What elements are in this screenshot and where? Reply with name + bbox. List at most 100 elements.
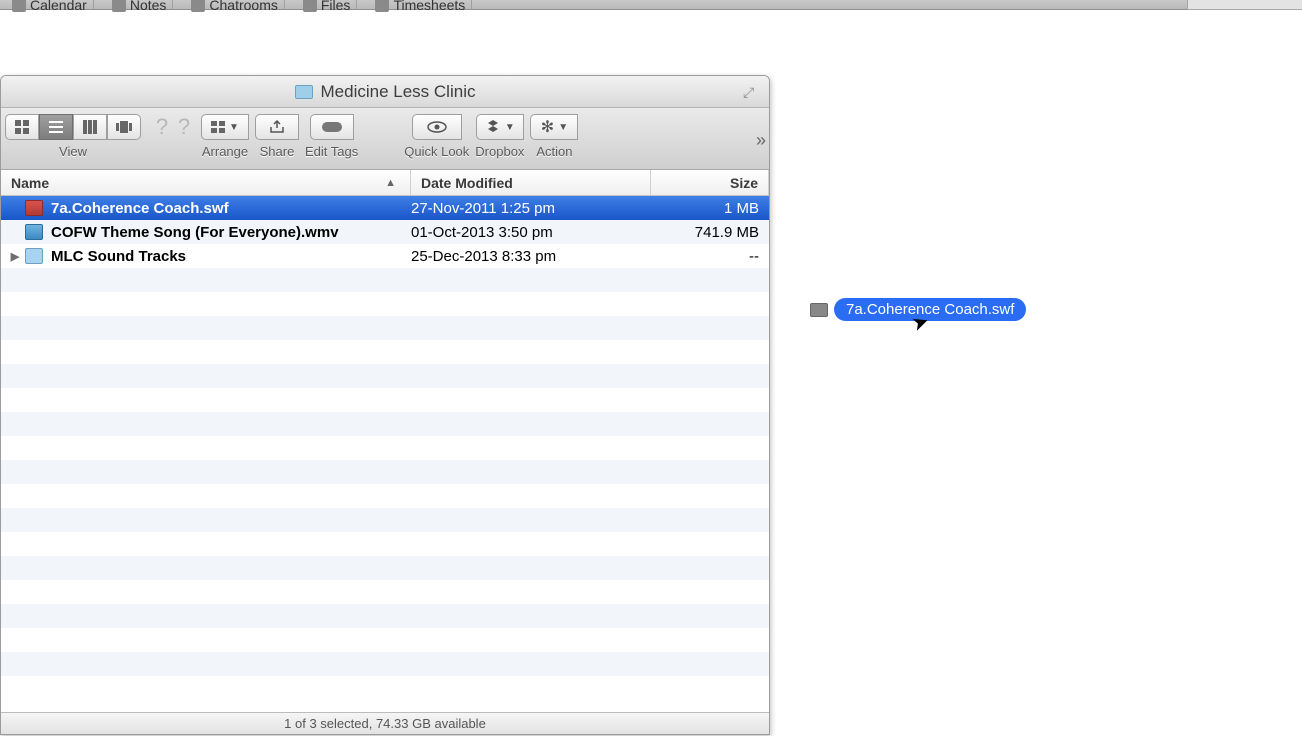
finder-window: Medicine Less Clinic ⤢ View ? ? ▼ [0, 75, 770, 735]
view-list-button[interactable] [39, 114, 73, 140]
tag-icon [322, 122, 342, 132]
edit-tags-group: Edit Tags [305, 114, 358, 159]
menu-label: Files [321, 0, 351, 13]
notes-icon [112, 0, 126, 12]
empty-row [1, 364, 769, 388]
share-label: Share [260, 144, 295, 159]
app-menubar: Calendar Notes Chatrooms Files Timesheet… [0, 0, 1302, 10]
disclosure-triangle-icon[interactable]: ▶ [7, 250, 23, 263]
arrange-button[interactable]: ▼ [201, 114, 249, 140]
empty-row [1, 460, 769, 484]
wmv-file-icon [25, 224, 43, 240]
empty-row [1, 484, 769, 508]
view-icon-button[interactable] [5, 114, 39, 140]
view-column-button[interactable] [73, 114, 107, 140]
file-name: 7a.Coherence Coach.swf [51, 200, 229, 217]
edit-tags-label: Edit Tags [305, 144, 358, 159]
menu-label: Timesheets [393, 0, 465, 13]
files-icon [303, 0, 317, 12]
chat-icon [191, 0, 205, 12]
gear-icon: ✻ [541, 117, 554, 137]
empty-row [1, 580, 769, 604]
calendar-icon [12, 0, 26, 12]
column-date-label: Date Modified [421, 175, 513, 191]
menu-item-notes[interactable]: Notes [106, 0, 174, 9]
fullscreen-icon[interactable]: ⤢ [743, 84, 759, 100]
window-titlebar[interactable]: Medicine Less Clinic ⤢ [1, 76, 769, 108]
drag-ghost-label: 7a.Coherence Coach.swf [834, 298, 1026, 321]
eye-icon [427, 121, 447, 133]
file-row[interactable]: COFW Theme Song (For Everyone).wmv 01-Oc… [1, 220, 769, 244]
action-button[interactable]: ✻ ▼ [530, 114, 578, 140]
file-size: 1 MB [651, 200, 769, 217]
toolbar-overflow-icon[interactable]: » [756, 130, 763, 151]
forward-help-icon[interactable]: ? [173, 114, 195, 140]
file-row[interactable]: ▶ MLC Sound Tracks 25-Dec-2013 8:33 pm -… [1, 244, 769, 268]
empty-row [1, 604, 769, 628]
empty-row [1, 628, 769, 652]
chevron-down-icon: ▼ [229, 122, 239, 133]
file-size: -- [651, 248, 769, 265]
grid-icon [211, 121, 225, 133]
folder-icon [25, 248, 43, 264]
arrange-group: ▼ Arrange [201, 114, 249, 159]
view-group: View [5, 114, 141, 159]
empty-row [1, 556, 769, 580]
empty-row [1, 268, 769, 292]
file-date: 01-Oct-2013 3:50 pm [411, 224, 651, 241]
menu-item-calendar[interactable]: Calendar [6, 0, 94, 9]
quick-look-button[interactable] [412, 114, 462, 140]
menu-item-chatrooms[interactable]: Chatrooms [185, 0, 284, 9]
empty-row [1, 340, 769, 364]
chevron-down-icon: ▼ [558, 122, 568, 133]
dropbox-label: Dropbox [475, 144, 524, 159]
arrange-label: Arrange [202, 144, 248, 159]
empty-row [1, 508, 769, 532]
menu-label: Chatrooms [209, 0, 277, 13]
dropbox-button[interactable]: ▼ [476, 114, 524, 140]
clock-icon [375, 0, 389, 12]
edit-tags-button[interactable] [310, 114, 354, 140]
spacer-label [171, 144, 175, 159]
statusbar: 1 of 3 selected, 74.33 GB available [1, 712, 769, 734]
column-date[interactable]: Date Modified [411, 170, 651, 195]
menu-item-timesheets[interactable]: Timesheets [369, 0, 472, 9]
folder-icon [295, 85, 313, 99]
file-date: 25-Dec-2013 8:33 pm [411, 248, 651, 265]
file-list: 7a.Coherence Coach.swf 27-Nov-2011 1:25 … [1, 196, 769, 700]
file-name: MLC Sound Tracks [51, 248, 186, 265]
status-text: 1 of 3 selected, 74.33 GB available [284, 716, 486, 731]
quick-look-group: Quick Look [404, 114, 469, 159]
sort-ascending-icon: ▲ [385, 177, 396, 189]
action-label: Action [536, 144, 572, 159]
empty-row [1, 412, 769, 436]
toolbar: View ? ? ▼ Arrange Share [1, 108, 769, 170]
empty-row [1, 676, 769, 700]
window-title: Medicine Less Clinic [321, 82, 476, 102]
quick-look-label: Quick Look [404, 144, 469, 159]
menu-label: Notes [130, 0, 167, 13]
view-coverflow-button[interactable] [107, 114, 141, 140]
empty-row [1, 652, 769, 676]
file-date: 27-Nov-2011 1:25 pm [411, 200, 651, 217]
back-help-icon[interactable]: ? [151, 114, 173, 140]
help-group: ? ? [151, 114, 195, 159]
view-label: View [59, 144, 87, 159]
empty-row [1, 436, 769, 460]
file-name: COFW Theme Song (For Everyone).wmv [51, 224, 339, 241]
chevron-down-icon: ▼ [505, 122, 515, 133]
share-group: Share [255, 114, 299, 159]
column-name-label: Name [11, 175, 49, 191]
menu-item-files[interactable]: Files [297, 0, 358, 9]
share-button[interactable] [255, 114, 299, 140]
column-size[interactable]: Size [651, 170, 769, 195]
column-name[interactable]: Name ▲ [1, 170, 411, 195]
right-panel-stub [1187, 0, 1302, 10]
menu-label: Calendar [30, 0, 87, 13]
file-row[interactable]: 7a.Coherence Coach.swf 27-Nov-2011 1:25 … [1, 196, 769, 220]
share-icon [269, 120, 285, 134]
swf-file-icon [25, 200, 43, 216]
dropbox-group: ▼ Dropbox [475, 114, 524, 159]
column-header: Name ▲ Date Modified Size [1, 170, 769, 196]
empty-row [1, 292, 769, 316]
